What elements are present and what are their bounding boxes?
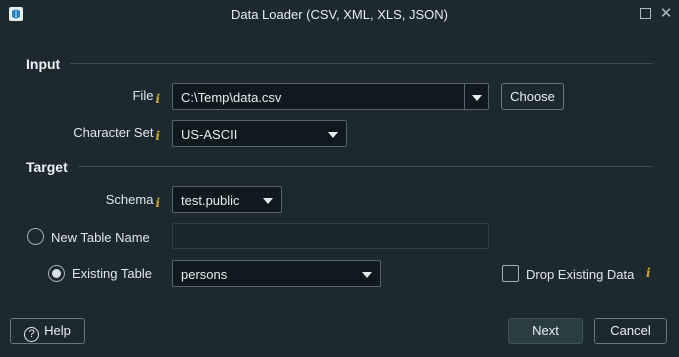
- window-title: Data Loader (CSV, XML, XLS, JSON): [230, 7, 448, 22]
- cancel-button[interactable]: Cancel: [594, 318, 667, 344]
- charset-select[interactable]: US-ASCII: [172, 120, 347, 147]
- chevron-down-icon[interactable]: [263, 198, 273, 204]
- drop-existing-info-icon[interactable]: i: [646, 266, 651, 280]
- charset-label: Character Set i: [40, 125, 160, 143]
- drop-existing-data-checkbox[interactable]: [502, 265, 519, 282]
- input-section-divider: [70, 63, 653, 64]
- file-combo-divider: [464, 84, 465, 109]
- maximize-icon[interactable]: [636, 5, 654, 23]
- charset-info-icon[interactable]: i: [155, 129, 160, 143]
- help-icon: ?: [24, 327, 40, 342]
- schema-info-icon[interactable]: i: [155, 196, 160, 210]
- existing-table-value: persons: [181, 267, 228, 282]
- existing-table-label: Existing Table: [72, 266, 152, 281]
- title-bar: Data Loader (CSV, XML, XLS, JSON) ✕: [0, 0, 679, 30]
- schema-label-text: Schema: [105, 192, 154, 207]
- file-label-text: File: [132, 88, 154, 103]
- help-label: Help: [44, 323, 71, 338]
- file-combo[interactable]: C:\Temp\data.csv: [172, 83, 489, 110]
- charset-value: US-ASCII: [181, 127, 238, 142]
- target-section-title: Target: [26, 159, 68, 175]
- target-section-divider: [78, 166, 653, 167]
- input-section-title: Input: [26, 56, 61, 72]
- new-table-label: New Table Name: [51, 230, 150, 245]
- choose-button[interactable]: Choose: [501, 83, 564, 110]
- existing-table-select[interactable]: persons: [172, 260, 381, 287]
- new-table-name-input[interactable]: [172, 223, 489, 249]
- chevron-down-icon[interactable]: [472, 95, 482, 101]
- schema-select[interactable]: test.public: [172, 186, 282, 213]
- drop-existing-data-label: Drop Existing Data: [526, 267, 635, 282]
- schema-value: test.public: [181, 193, 240, 208]
- close-icon[interactable]: ✕: [657, 5, 675, 23]
- next-button[interactable]: Next: [508, 318, 583, 344]
- new-table-radio[interactable]: [27, 228, 44, 245]
- file-label: File i: [80, 88, 160, 106]
- chevron-down-icon[interactable]: [328, 132, 338, 138]
- help-button[interactable]: ? Help: [10, 318, 85, 344]
- dialog-content: Input File i C:\Temp\data.csv Choose Char…: [0, 30, 679, 357]
- chevron-down-icon[interactable]: [362, 272, 372, 278]
- charset-label-text: Character Set: [73, 125, 154, 140]
- file-info-icon[interactable]: i: [155, 92, 160, 106]
- file-path-input[interactable]: C:\Temp\data.csv: [181, 90, 281, 105]
- existing-table-radio[interactable]: [48, 265, 65, 282]
- schema-label: Schema i: [80, 192, 160, 210]
